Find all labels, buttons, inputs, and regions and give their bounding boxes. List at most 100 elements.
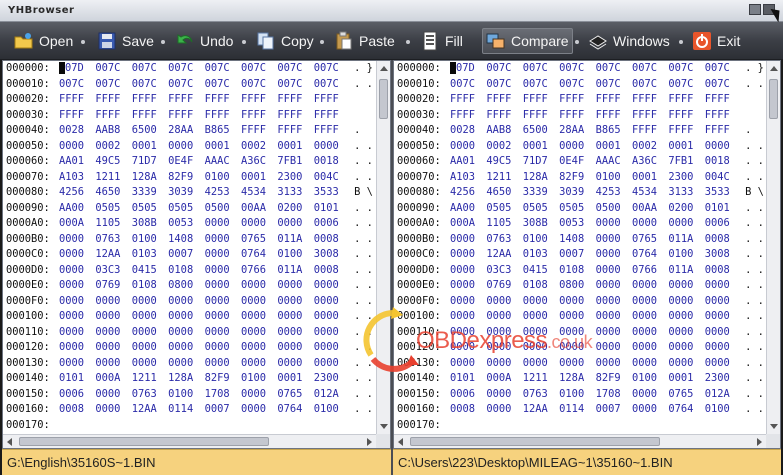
hex-word[interactable]: 0505: [132, 201, 168, 217]
hex-word[interactable]: 1408: [559, 232, 595, 248]
hex-word[interactable]: 0000: [523, 340, 559, 356]
hex-word[interactable]: 0001: [668, 139, 704, 155]
hex-word[interactable]: 0000: [168, 309, 204, 325]
hex-word[interactable]: 000A: [450, 216, 486, 232]
hex-row[interactable]: 000120: 0000 0000 0000 0000 0000 0000 0000 0000.…: [3, 340, 376, 356]
hex-word[interactable]: 0505: [559, 201, 595, 217]
hex-word[interactable]: 0000: [241, 278, 277, 294]
hex-word[interactable]: 0000: [205, 263, 241, 279]
left-horizontal-scrollbar[interactable]: [3, 434, 376, 448]
minimize-button[interactable]: [749, 4, 761, 15]
hex-word[interactable]: 0001: [277, 371, 313, 387]
hex-word[interactable]: 3133: [668, 185, 704, 201]
hex-word[interactable]: 0000: [241, 356, 277, 372]
hex-word[interactable]: FFFF: [168, 92, 204, 108]
hex-row[interactable]: 0000C0: 0000 12AA 0103 0007 0000 0764 0100 3008.…: [3, 247, 376, 263]
hex-word[interactable]: 1211: [486, 170, 522, 186]
hex-row[interactable]: 000060: AA01 49C5 71D7 0E4F AAAC A36C 7FB1 0018.…: [394, 154, 766, 170]
hex-row[interactable]: 000140: 0101 000A 1211 128A 82F9 0100 0001 2300.…: [394, 371, 766, 387]
hex-word[interactable]: FFFF: [132, 108, 168, 124]
hex-word[interactable]: 0114: [168, 402, 204, 418]
hex-word[interactable]: 0500: [596, 201, 632, 217]
hex-word[interactable]: 1105: [486, 216, 522, 232]
hex-word[interactable]: 0764: [632, 247, 668, 263]
hex-word[interactable]: 0000: [596, 309, 632, 325]
hex-word[interactable]: 0000: [596, 325, 632, 341]
hex-word[interactable]: 0000: [632, 325, 668, 341]
hex-word[interactable]: 0001: [241, 170, 277, 186]
hex-row[interactable]: 0000B0: 0000 0763 0100 1408 0000 0765 011A 0008.…: [394, 232, 766, 248]
hex-word[interactable]: 0008: [705, 263, 741, 279]
hex-word[interactable]: 0000: [450, 340, 486, 356]
hex-word[interactable]: 0002: [486, 139, 522, 155]
hex-word[interactable]: 0000: [523, 294, 559, 310]
hex-word[interactable]: A36C: [241, 154, 277, 170]
hex-word[interactable]: 012A: [705, 387, 741, 403]
hex-row[interactable]: 0000F0: 0000 0000 0000 0000 0000 0000 0000 0000.…: [3, 294, 376, 310]
hex-word[interactable]: 007C: [632, 77, 668, 93]
hex-word[interactable]: 3039: [559, 185, 595, 201]
hex-row[interactable]: 0000D0: 0000 03C3 0415 0108 0000 0766 011A 0008.…: [394, 263, 766, 279]
hex-word[interactable]: 0008: [59, 402, 95, 418]
scroll-down-icon[interactable]: [380, 424, 388, 429]
hex-word[interactable]: 007C: [705, 77, 741, 93]
hex-row[interactable]: 000120: 0000 0000 0000 0000 0000 0000 0000 0000.…: [394, 340, 766, 356]
hex-word[interactable]: 0000: [314, 294, 350, 310]
hex-word[interactable]: 0100: [241, 371, 277, 387]
hex-word[interactable]: A103: [59, 170, 95, 186]
hex-word[interactable]: FFFF: [632, 108, 668, 124]
open-button[interactable]: Open: [14, 28, 73, 54]
hex-word[interactable]: 0769: [486, 278, 522, 294]
hex-word[interactable]: 0000: [632, 278, 668, 294]
hex-row[interactable]: 0000C0: 0000 12AA 0103 0007 0000 0764 0100 3008.…: [394, 247, 766, 263]
hex-word[interactable]: 1708: [205, 387, 241, 403]
hex-word[interactable]: 0000: [486, 340, 522, 356]
hex-row[interactable]: 000150: 0006 0000 0763 0100 1708 0000 0765 012A.…: [394, 387, 766, 403]
hex-row[interactable]: 000010: 007C 007C 007C 007C 007C 007C 007C 007C.…: [394, 77, 766, 93]
hex-word[interactable]: 0101: [450, 371, 486, 387]
hex-word[interactable]: 0000: [314, 340, 350, 356]
hex-word[interactable]: 0000: [95, 325, 131, 341]
hex-word[interactable]: 0006: [59, 387, 95, 403]
hex-word[interactable]: 007C: [596, 61, 632, 77]
hex-row[interactable]: 000000: 007D 007C 007C 007C 007C 007C 007C 007C.…: [394, 61, 766, 77]
hex-word[interactable]: FFFF: [314, 92, 350, 108]
hex-word[interactable]: 1211: [95, 170, 131, 186]
hex-row[interactable]: 000160: 0008 0000 12AA 0114 0007 0000 0764 0100.…: [3, 402, 376, 418]
save-button[interactable]: Save: [97, 28, 154, 54]
hex-word[interactable]: 0200: [668, 201, 704, 217]
hex-word[interactable]: FFFF: [59, 92, 95, 108]
hex-word[interactable]: FFFF: [705, 92, 741, 108]
hex-word[interactable]: 0000: [668, 325, 704, 341]
hex-word[interactable]: A36C: [632, 154, 668, 170]
scroll-up-icon[interactable]: [770, 66, 778, 71]
hex-word[interactable]: 0765: [277, 387, 313, 403]
hex-word[interactable]: FFFF: [705, 108, 741, 124]
hex-word[interactable]: 007C: [559, 61, 595, 77]
hex-word[interactable]: FFFF: [314, 108, 350, 124]
hex-word[interactable]: 011A: [277, 263, 313, 279]
hex-word[interactable]: 0000: [59, 247, 95, 263]
hex-word[interactable]: FFFF: [450, 108, 486, 124]
hex-word[interactable]: 6500: [132, 123, 168, 139]
hex-word[interactable]: 3008: [705, 247, 741, 263]
hex-word[interactable]: 128A: [168, 371, 204, 387]
hex-word[interactable]: 0000: [241, 216, 277, 232]
hex-word[interactable]: 82F9: [168, 170, 204, 186]
hex-word[interactable]: 0000: [486, 325, 522, 341]
hex-word[interactable]: 0000: [596, 263, 632, 279]
hex-word[interactable]: 0000: [314, 309, 350, 325]
hex-row[interactable]: 0000E0: 0000 0769 0108 0800 0000 0000 0000 0000.…: [394, 278, 766, 294]
hex-word[interactable]: 0505: [523, 201, 559, 217]
hex-word[interactable]: 28AA: [559, 123, 595, 139]
hex-word[interactable]: 82F9: [596, 371, 632, 387]
hex-word[interactable]: 0100: [705, 402, 741, 418]
hex-word[interactable]: 0000: [596, 247, 632, 263]
hex-word[interactable]: 2300: [277, 170, 313, 186]
hex-word[interactable]: 0008: [450, 402, 486, 418]
hex-word[interactable]: 0000: [596, 216, 632, 232]
scroll-up-icon[interactable]: [380, 66, 388, 71]
hex-word[interactable]: 007C: [559, 77, 595, 93]
hex-row[interactable]: 000100: 0000 0000 0000 0000 0000 0000 0000 0000.…: [394, 309, 766, 325]
hex-word[interactable]: 00AA: [241, 201, 277, 217]
